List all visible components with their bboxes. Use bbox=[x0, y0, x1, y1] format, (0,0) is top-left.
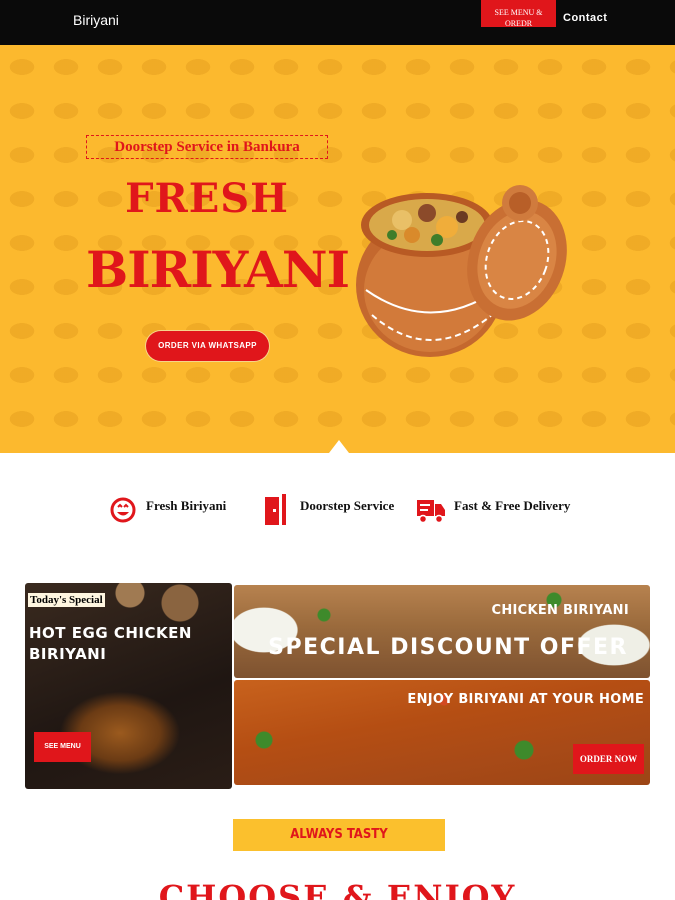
discount-offer-card: CHICKEN BIRIYANI SPECIAL DISCOUNT OFFER bbox=[234, 585, 650, 678]
feature-fresh-biriyani: Fresh Biriyani bbox=[109, 490, 239, 530]
section-heading: CHOOSE & ENJOY bbox=[158, 878, 517, 900]
door-icon bbox=[265, 494, 286, 525]
enjoy-at-home-card: ENJOY BIRIYANI AT YOUR HOME ORDER NOW bbox=[234, 680, 650, 785]
todays-special-card: Today's Special HOT EGG CHICKEN BIRIYANI… bbox=[25, 583, 232, 789]
feature-doorstep-service: Doorstep Service bbox=[262, 490, 395, 530]
hero-title-fresh: FRESH bbox=[125, 175, 289, 222]
hero-tagline: Doorstep Service in Bankura bbox=[86, 135, 328, 159]
feature-label: Fast & Free Delivery bbox=[454, 498, 571, 513]
truck-icon bbox=[417, 500, 445, 524]
order-now-button[interactable]: ORDER NOW bbox=[573, 744, 644, 774]
todays-special-title: HOT EGG CHICKEN BIRIYANI bbox=[29, 624, 192, 663]
always-tasty-badge: ALWAYS TASTY bbox=[233, 819, 445, 851]
see-menu-button[interactable]: SEE MENU bbox=[34, 732, 91, 762]
biriyani-pot-image bbox=[356, 185, 567, 357]
see-menu-order-button[interactable]: SEE MENU & OREDR bbox=[481, 0, 556, 28]
hero-section: Doorstep Service in Bankura FRESH BIRIYA… bbox=[0, 45, 675, 453]
enjoy-at-home-title: ENJOY BIRIYANI AT YOUR HOME bbox=[407, 692, 644, 707]
brand-logo[interactable]: Biriyani bbox=[73, 12, 119, 28]
smiley-icon bbox=[110, 497, 136, 523]
order-via-whatsapp-button[interactable]: ORDER VIA WHATSAPP bbox=[146, 331, 269, 361]
feature-fast-free-delivery: Fast & Free Delivery bbox=[416, 490, 570, 530]
hero-notch-arrow bbox=[329, 440, 349, 453]
navbar: Biriyani SEE MENU & OREDR Contact bbox=[0, 0, 675, 45]
feature-label: Fresh Biriyani bbox=[146, 498, 227, 513]
todays-special-tag: Today's Special bbox=[28, 593, 105, 607]
feature-label: Doorstep Service bbox=[300, 498, 395, 513]
discount-offer-title: SPECIAL DISCOUNT OFFER bbox=[268, 635, 628, 660]
nav-contact-link[interactable]: Contact bbox=[563, 12, 607, 24]
hero-title-biriyani: BIRIYANI bbox=[86, 240, 350, 299]
discount-offer-subtitle: CHICKEN BIRIYANI bbox=[491, 603, 629, 618]
